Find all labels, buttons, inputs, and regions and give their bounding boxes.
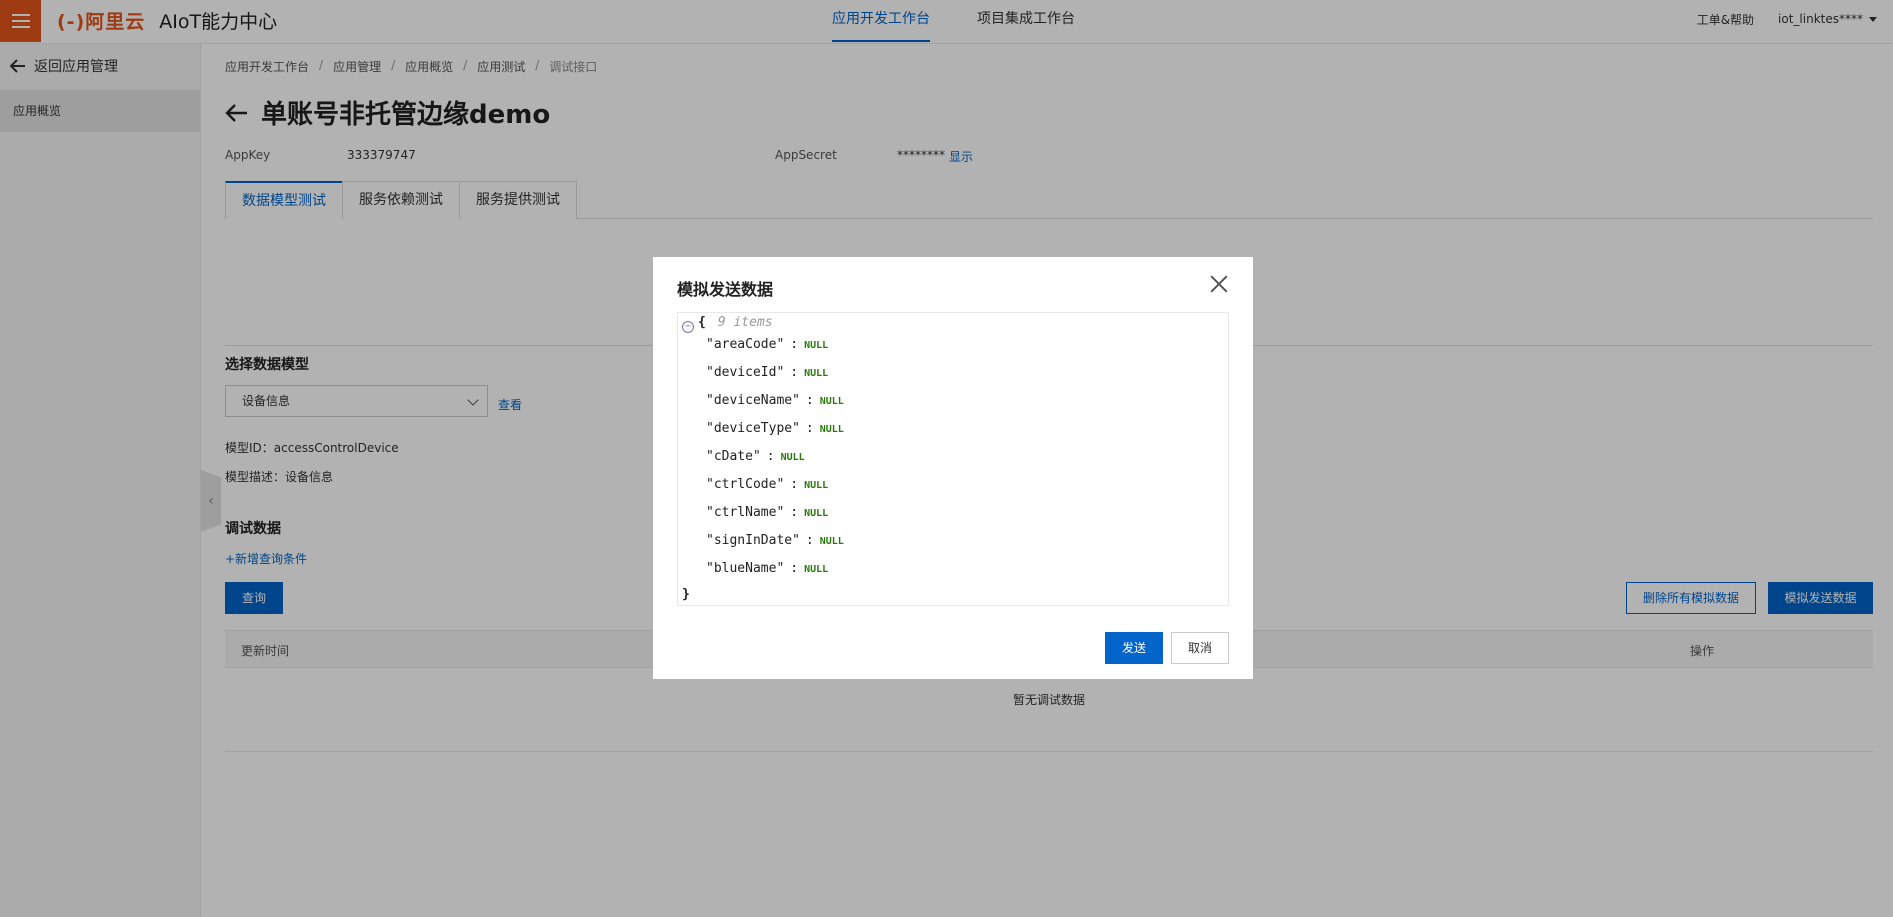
json-value: NULL [804, 564, 829, 575]
json-value: NULL [819, 536, 844, 547]
json-field[interactable]: "ctrlName": NULL [706, 505, 828, 520]
json-value: NULL [819, 396, 844, 407]
json-editor[interactable]: − {9 items "areaCode": NULL "deviceId": NU… [677, 312, 1229, 606]
json-key: "blueName" [706, 561, 785, 576]
json-close-brace: } [682, 587, 690, 602]
json-value: NULL [780, 452, 805, 463]
send-button[interactable]: 发送 [1105, 632, 1163, 664]
json-root-line: − {9 items [680, 315, 773, 335]
json-value: NULL [804, 508, 829, 519]
json-field[interactable]: "cDate": NULL [706, 449, 805, 464]
json-key: "ctrlCode" [706, 477, 785, 492]
close-icon[interactable] [1209, 274, 1229, 294]
json-field[interactable]: "ctrlCode": NULL [706, 477, 828, 492]
json-colon: : [790, 337, 799, 352]
json-field[interactable]: "deviceType": NULL [706, 421, 844, 436]
json-field[interactable]: "signInDate": NULL [706, 533, 844, 548]
json-colon: : [790, 561, 799, 576]
json-key: "ctrlName" [706, 505, 785, 520]
json-item-count: 9 items [717, 315, 773, 330]
json-key: "signInDate" [706, 533, 800, 548]
json-value: NULL [804, 368, 829, 379]
modal-title: 模拟发送数据 [677, 280, 774, 299]
json-value: NULL [819, 424, 844, 435]
json-key: "deviceType" [706, 421, 800, 436]
json-key: "areaCode" [706, 337, 785, 352]
json-colon: : [790, 477, 799, 492]
json-key: "deviceId" [706, 365, 785, 380]
json-open-brace: { [698, 315, 706, 330]
simulate-send-modal: 模拟发送数据 − {9 items "areaCode": NULL "devic… [653, 257, 1253, 679]
json-field[interactable]: "areaCode": NULL [706, 337, 828, 352]
json-key: "deviceName" [706, 393, 800, 408]
cancel-button[interactable]: 取消 [1171, 632, 1229, 664]
json-colon: : [790, 365, 799, 380]
json-field[interactable]: "blueName": NULL [706, 561, 828, 576]
collapse-icon[interactable]: − [682, 321, 694, 333]
json-colon: : [766, 449, 775, 464]
json-colon: : [805, 533, 814, 548]
json-colon: : [805, 421, 814, 436]
json-key: "cDate" [706, 449, 761, 464]
json-value: NULL [804, 340, 829, 351]
json-colon: : [805, 393, 814, 408]
json-colon: : [790, 505, 799, 520]
json-field[interactable]: "deviceName": NULL [706, 393, 844, 408]
json-field[interactable]: "deviceId": NULL [706, 365, 828, 380]
json-value: NULL [804, 480, 829, 491]
